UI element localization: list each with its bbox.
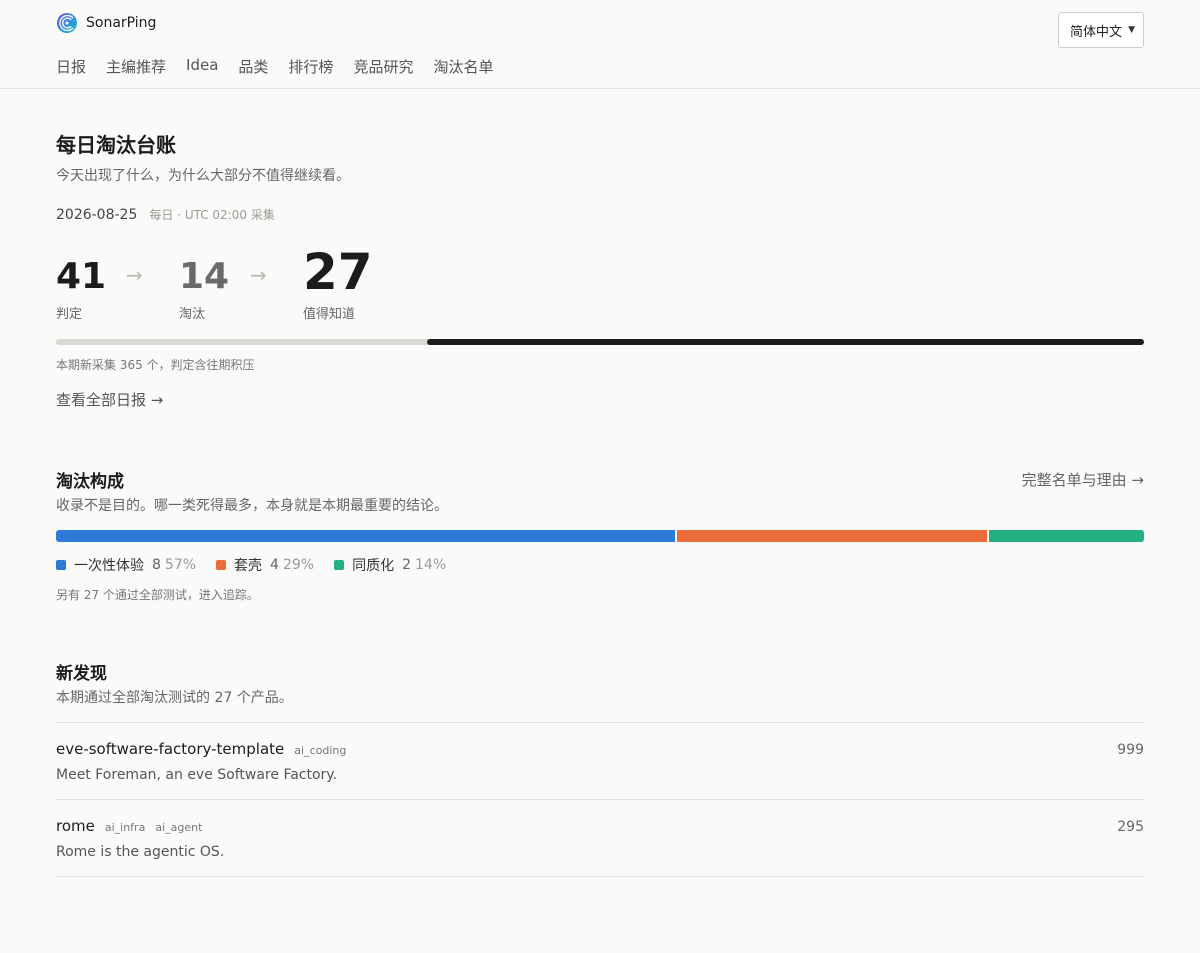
list-item[interactable]: rome ai_infra ai_agent Rome is the agent… [56, 799, 1144, 876]
product-name[interactable]: eve-software-factory-template [56, 740, 284, 758]
legend-name: 套壳 [234, 558, 263, 574]
nav-item-competitor-research[interactable]: 竞品研究 [353, 56, 413, 77]
nav-item-categories[interactable]: 品类 [238, 56, 268, 77]
page-title: 每日淘汰台账 [56, 133, 176, 157]
top-header: SonarPing 简体中文 ▼ 日报 主编推荐 Idea 品类 排行榜 竞品研… [0, 0, 1200, 89]
stat-worth-value: 27 [303, 243, 373, 301]
language-select-value: 简体中文 [1070, 24, 1123, 40]
sonar-logo-icon [57, 13, 77, 33]
funnel-stats: 41 判定 → 14 淘汰 → 27 值得知道 [56, 247, 456, 322]
nav-item-rankings[interactable]: 排行榜 [288, 56, 333, 77]
brand[interactable]: SonarPing [56, 12, 156, 34]
collection-summary: 本期新采集 365 个，判定含往期积压 [56, 358, 255, 372]
arrow-right-icon: → [250, 263, 267, 287]
legend-name: 同质化 [352, 558, 395, 574]
full-list-link[interactable]: 完整名单与理由 → [1022, 469, 1144, 490]
nav-item-daily[interactable]: 日报 [56, 56, 86, 77]
legend-swatch [56, 560, 66, 570]
composition-subtitle: 收录不是目的。哪一类死得最多，本身就是本期最重要的结论。 [56, 498, 448, 514]
language-select[interactable]: 简体中文 ▼ [1058, 12, 1144, 48]
arrow-right-icon: → [126, 263, 143, 287]
discoveries-list: eve-software-factory-template ai_coding … [56, 722, 1144, 953]
product-score: 999 [1117, 742, 1144, 758]
date-row: 2026-08-25 每日 · UTC 02:00 采集 [56, 206, 275, 223]
product-tag: ai_coding [294, 744, 347, 757]
legend-count: 4 [270, 557, 279, 573]
stat-worth-label: 值得知道 [303, 307, 356, 322]
stat-judged-label: 判定 [56, 307, 83, 322]
report-date: 2026-08-25 [56, 207, 138, 223]
funnel-progress-bar [56, 339, 1144, 345]
product-score: 295 [1117, 819, 1144, 835]
nav-item-editor-picks[interactable]: 主编推荐 [106, 56, 166, 77]
collection-note: 每日 · UTC 02:00 采集 [149, 208, 275, 222]
composition-segment-wrapper [677, 530, 988, 542]
legend-swatch [334, 560, 345, 570]
list-item-partial [56, 876, 1144, 953]
composition-segment-one-off [56, 530, 676, 542]
legend-percent: 14% [415, 557, 447, 573]
stat-worth: 27 值得知道 [303, 247, 373, 322]
stat-eliminated: 14 淘汰 [179, 256, 230, 323]
page-subtitle: 今天出现了什么，为什么大部分不值得继续看。 [56, 168, 350, 184]
stat-judged: 41 判定 [56, 256, 107, 323]
stat-judged-value: 41 [56, 256, 107, 297]
stat-eliminated-value: 14 [179, 256, 230, 297]
product-description: Rome is the agentic OS. [56, 844, 225, 860]
product-tag: ai_infra [104, 821, 146, 834]
nav-item-eliminated-list[interactable]: 淘汰名单 [433, 56, 493, 77]
list-item[interactable]: eve-software-factory-template ai_coding … [56, 722, 1144, 799]
view-all-daily-link[interactable]: 查看全部日报 → [56, 389, 163, 410]
legend-count: 2 [402, 557, 412, 573]
discoveries-title: 新发现 [56, 664, 107, 684]
tracking-note: 另有 27 个通过全部测试，进入追踪。 [56, 588, 259, 602]
discoveries-subtitle: 本期通过全部淘汰测试的 27 个产品。 [56, 690, 293, 706]
brand-name: SonarPing [86, 15, 157, 31]
legend-name: 一次性体验 [74, 558, 144, 574]
composition-bar [56, 530, 1144, 542]
legend-percent: 57% [164, 557, 197, 573]
nav-item-idea[interactable]: Idea [186, 56, 218, 77]
main-nav: 日报 主编推荐 Idea 品类 排行榜 竞品研究 淘汰名单 [56, 56, 493, 77]
composition-segment-homogeneous [989, 530, 1144, 542]
composition-legend: 一次性体验 8 57% 套壳 4 29% 同质化 2 14% [56, 555, 446, 575]
legend-item: 一次性体验 8 57% [56, 555, 196, 575]
stat-eliminated-label: 淘汰 [179, 307, 206, 322]
legend-percent: 29% [282, 557, 315, 573]
legend-item: 套壳 4 29% [216, 555, 314, 575]
progress-fill [427, 339, 1144, 345]
legend-item: 同质化 2 14% [334, 555, 446, 575]
legend-swatch [216, 560, 227, 570]
legend-count: 8 [152, 557, 161, 573]
composition-title: 淘汰构成 [56, 472, 124, 492]
product-description: Meet Foreman, an eve Software Factory. [56, 767, 338, 783]
product-name[interactable]: rome [56, 817, 95, 835]
chevron-down-icon: ▼ [1128, 25, 1135, 35]
product-tag: ai_agent [155, 821, 203, 834]
